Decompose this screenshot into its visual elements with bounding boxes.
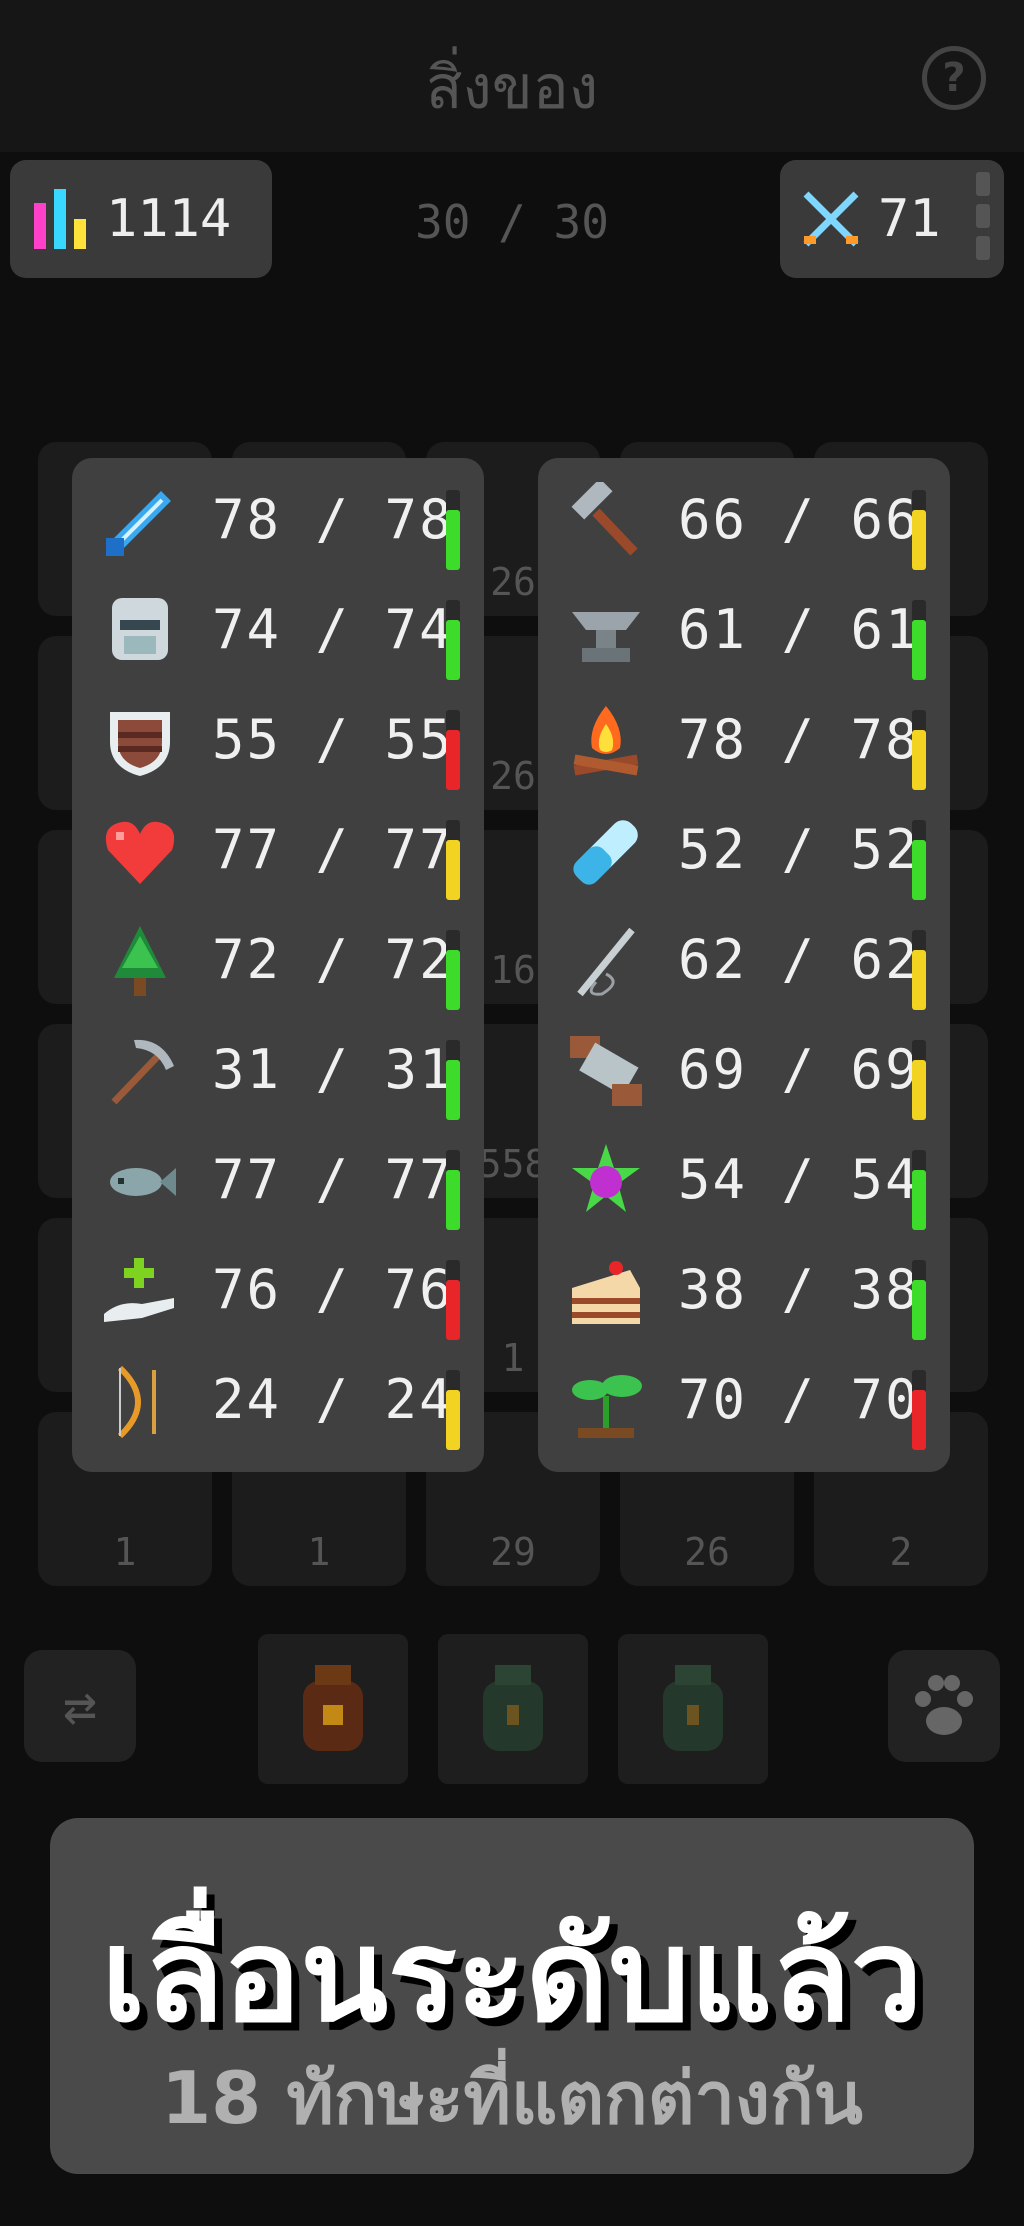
skill-level-value: 70 / 70 bbox=[678, 1368, 920, 1431]
skill-progress-bar bbox=[446, 490, 460, 570]
skill-level-value: 55 / 55 bbox=[212, 708, 454, 771]
skill-row[interactable]: 31 / 31 bbox=[72, 1016, 484, 1126]
anvil-icon bbox=[566, 592, 646, 672]
combat-level-value: 71 bbox=[878, 189, 941, 249]
item-count: 1 bbox=[307, 1530, 331, 1574]
magic-gem-icon bbox=[566, 1142, 646, 1222]
cake-icon bbox=[566, 1252, 646, 1332]
page-title: สิ่งของ bbox=[425, 53, 599, 123]
skill-progress-bar bbox=[446, 1370, 460, 1450]
item-count: 29 bbox=[490, 1530, 536, 1574]
skill-row[interactable]: 62 / 62 bbox=[538, 906, 950, 1016]
backpack-icon[interactable] bbox=[438, 1634, 588, 1784]
skill-progress-bar bbox=[912, 600, 926, 680]
skill-progress-bar bbox=[446, 820, 460, 900]
banner-subtitle: 18 ทักษะที่แตกต่างกัน bbox=[161, 2056, 863, 2140]
skill-progress-bar bbox=[446, 600, 460, 680]
skill-row[interactable]: 70 / 70 bbox=[538, 1346, 950, 1456]
sword-icon bbox=[100, 482, 180, 562]
skill-row[interactable]: 69 / 69 bbox=[538, 1016, 950, 1126]
skill-row[interactable]: 72 / 72 bbox=[72, 906, 484, 1016]
skill-row[interactable]: 74 / 74 bbox=[72, 576, 484, 686]
fish-icon bbox=[100, 1142, 180, 1222]
skill-progress-bar bbox=[912, 930, 926, 1010]
swap-arrows-icon[interactable]: ⇄ bbox=[24, 1650, 136, 1762]
skill-progress-bar bbox=[912, 820, 926, 900]
skill-level-value: 74 / 74 bbox=[212, 598, 454, 661]
skill-level-value: 77 / 77 bbox=[212, 818, 454, 881]
skill-row[interactable]: 78 / 78 bbox=[72, 466, 484, 576]
skill-progress-bar bbox=[912, 1260, 926, 1340]
skill-progress-bar bbox=[446, 710, 460, 790]
shield-icon bbox=[100, 702, 180, 782]
skill-level-value: 54 / 54 bbox=[678, 1148, 920, 1211]
skill-level-value: 78 / 78 bbox=[678, 708, 920, 771]
skill-level-value: 76 / 76 bbox=[212, 1258, 454, 1321]
item-count: 26 bbox=[684, 1530, 730, 1574]
skill-row[interactable]: 52 / 52 bbox=[538, 796, 950, 906]
skill-level-value: 31 / 31 bbox=[212, 1038, 454, 1101]
item-count: 1 bbox=[113, 1530, 137, 1574]
skill-progress-bar bbox=[446, 930, 460, 1010]
skill-row[interactable]: 55 / 55 bbox=[72, 686, 484, 796]
skill-progress-bar bbox=[446, 1260, 460, 1340]
skills-panel-left: 78 / 78 74 / 74 55 / 55 77 / 77 72 / 72 31 / … bbox=[72, 458, 484, 1472]
combat-level-bar bbox=[976, 172, 990, 268]
campfire-icon bbox=[566, 702, 646, 782]
skill-row[interactable]: 66 / 66 bbox=[538, 466, 950, 576]
skill-progress-bar bbox=[446, 1150, 460, 1230]
skill-progress-bar bbox=[912, 710, 926, 790]
healing-hand-icon bbox=[100, 1252, 180, 1332]
skill-row[interactable]: 54 / 54 bbox=[538, 1126, 950, 1236]
potion-vial-icon bbox=[566, 812, 646, 892]
skill-level-value: 66 / 66 bbox=[678, 488, 920, 551]
tree-icon bbox=[100, 922, 180, 1002]
skill-level-value: 72 / 72 bbox=[212, 928, 454, 991]
skill-progress-bar bbox=[446, 1040, 460, 1120]
skill-row[interactable]: 38 / 38 bbox=[538, 1236, 950, 1346]
pickaxe-icon bbox=[100, 1032, 180, 1112]
skill-level-value: 78 / 78 bbox=[212, 488, 454, 551]
hammer-icon bbox=[566, 478, 646, 562]
skill-row[interactable]: 77 / 77 bbox=[72, 1126, 484, 1236]
skill-level-value: 77 / 77 bbox=[212, 1148, 454, 1211]
item-count: 2 bbox=[889, 1530, 913, 1574]
bottom-toolbar: ⇄ bbox=[0, 1634, 1024, 1800]
needle-icon bbox=[566, 922, 646, 1002]
backpack-icon[interactable] bbox=[618, 1634, 768, 1784]
heart-icon bbox=[100, 812, 180, 892]
sprout-icon bbox=[566, 1362, 646, 1442]
skill-level-value: 38 / 38 bbox=[678, 1258, 920, 1321]
backpack-icon[interactable] bbox=[258, 1634, 408, 1784]
crossed-swords-icon bbox=[803, 191, 859, 247]
skill-row[interactable]: 76 / 76 bbox=[72, 1236, 484, 1346]
skill-row[interactable]: 78 / 78 bbox=[538, 686, 950, 796]
skill-row[interactable]: 61 / 61 bbox=[538, 576, 950, 686]
skill-level-value: 52 / 52 bbox=[678, 818, 920, 881]
combat-level-badge[interactable]: 71 bbox=[780, 160, 1004, 278]
skill-level-value: 61 / 61 bbox=[678, 598, 920, 661]
skill-progress-bar bbox=[912, 490, 926, 570]
skill-row[interactable]: 24 / 24 bbox=[72, 1346, 484, 1456]
skill-progress-bar bbox=[912, 1150, 926, 1230]
skill-progress-bar bbox=[912, 1040, 926, 1120]
level-up-banner: เลื่อนระดับแล้ว 18 ทักษะที่แตกต่างกัน bbox=[50, 1818, 974, 2174]
skills-panel-right: 66 / 66 61 / 61 78 / 78 52 / 52 62 / 62 69 / … bbox=[538, 458, 950, 1472]
saw-icon bbox=[566, 1032, 646, 1112]
skill-progress-bar bbox=[912, 1370, 926, 1450]
bow-icon bbox=[100, 1362, 180, 1442]
helmet-icon bbox=[100, 592, 180, 672]
skill-row[interactable]: 77 / 77 bbox=[72, 796, 484, 906]
paw-icon[interactable] bbox=[888, 1650, 1000, 1762]
app-header: สิ่งของ ? bbox=[0, 0, 1024, 152]
skill-level-value: 69 / 69 bbox=[678, 1038, 920, 1101]
skill-level-value: 24 / 24 bbox=[212, 1368, 454, 1431]
skill-level-value: 62 / 62 bbox=[678, 928, 920, 991]
question-circle-icon[interactable]: ? bbox=[922, 46, 986, 110]
